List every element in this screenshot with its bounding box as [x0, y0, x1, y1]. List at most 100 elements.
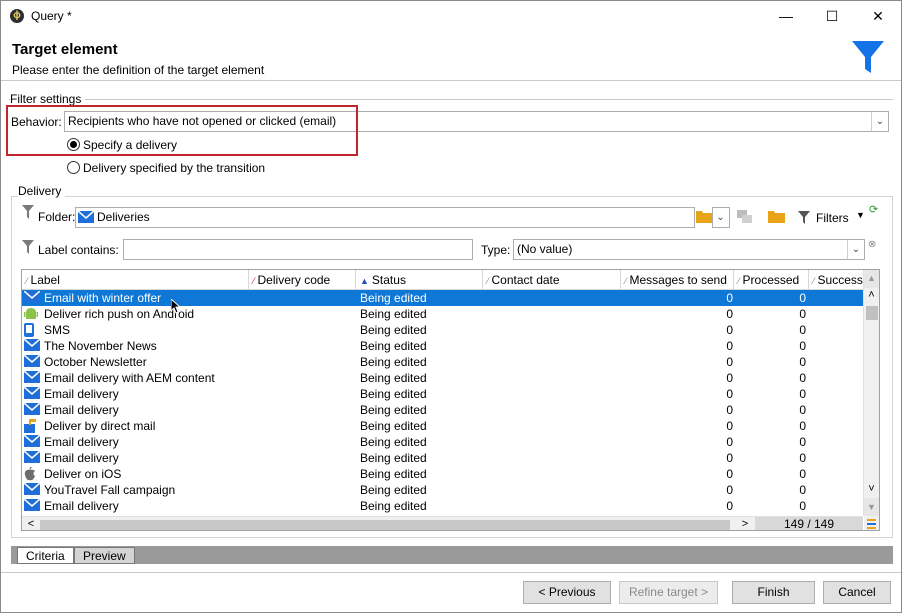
table-row[interactable]: Deliver by direct mail Being edited 0 0 — [22, 418, 863, 434]
label-contains-input[interactable] — [123, 239, 473, 260]
cell-messages-to-send: 0 — [726, 499, 733, 513]
table-row[interactable]: October Newsletter Being edited 0 0 — [22, 354, 863, 370]
clear-icon[interactable]: ⊗ — [868, 239, 876, 250]
scroll-bottom-icon[interactable]: ▼ — [864, 498, 879, 516]
horizontal-scrollbar[interactable]: < > 149 / 149 — [22, 516, 863, 530]
cell-contact-date — [487, 434, 621, 450]
cell-status: Being edited — [360, 499, 427, 513]
table-row[interactable]: Email delivery Being edited 0 0 — [22, 434, 863, 450]
filter-settings-label: Filter settings — [10, 92, 86, 106]
cell-messages-to-send: 0 — [726, 387, 733, 401]
scroll-left-icon[interactable]: < — [24, 517, 38, 530]
folder-field[interactable]: Deliveries — [75, 207, 695, 228]
column-processed-text: Processed — [742, 273, 800, 287]
deliveries-table: ⁄ Label ⁄ Delivery code ▲ Status ⁄ Contact d… — [21, 269, 880, 531]
finish-button[interactable]: Finish — [732, 581, 815, 604]
cell-delivery-code — [252, 338, 356, 354]
column-label[interactable]: ⁄ Label — [22, 270, 249, 290]
cell-delivery-code — [252, 386, 356, 402]
folder-icon[interactable] — [768, 210, 785, 223]
cell-contact-date — [487, 354, 621, 370]
tab-bar: Criteria Preview — [11, 546, 893, 564]
cell-messages-to-send: 0 — [726, 323, 733, 337]
previous-button[interactable]: < Previous — [523, 581, 611, 604]
adobe-campaign-icon: ɸ — [10, 9, 24, 23]
radio-delivery-transition[interactable] — [67, 161, 80, 174]
tab-preview[interactable]: Preview — [74, 547, 135, 564]
cell-delivery-code — [252, 434, 356, 450]
footer-divider — [1, 572, 901, 573]
horizontal-scroll-thumb[interactable] — [40, 520, 730, 530]
page-subtitle: Please enter the definition of the targe… — [12, 63, 265, 77]
column-messages-to-send[interactable]: ⁄ Messages to send — [621, 270, 734, 290]
cell-messages-to-send: 0 — [726, 291, 733, 305]
chevron-down-icon[interactable]: ⌄ — [871, 112, 888, 131]
folder-open-icon[interactable] — [696, 210, 712, 223]
cell-contact-date — [487, 402, 621, 418]
table-row[interactable]: Email with winter offer Being edited 0 0 — [22, 290, 863, 306]
refresh-icon[interactable]: ⟳ — [869, 203, 878, 216]
column-success[interactable]: ⁄ Success — [809, 270, 863, 290]
table-row[interactable]: Email delivery Being edited 0 0 — [22, 498, 863, 514]
vertical-scroll-thumb[interactable] — [866, 306, 878, 320]
table-row[interactable]: Deliver rich push on Android Being edited… — [22, 306, 863, 322]
scroll-down-icon[interactable]: ˅ — [864, 482, 879, 498]
table-row[interactable]: YouTravel Fall campaign Being edited 0 0 — [22, 482, 863, 498]
cell-processed: 0 — [799, 419, 806, 433]
cell-label: Email delivery — [44, 403, 119, 417]
cell-label: Email with winter offer — [44, 291, 162, 305]
email-icon — [23, 434, 41, 449]
radio-delivery-transition-label: Delivery specified by the transition — [83, 161, 266, 175]
cell-messages-to-send: 0 — [726, 451, 733, 465]
table-row[interactable]: Email delivery Being edited 0 0 — [22, 450, 863, 466]
envelope-icon — [78, 211, 94, 223]
folder-value: Deliveries — [97, 210, 150, 224]
cell-contact-date — [487, 322, 621, 338]
wizard-header: Target element Please enter the definiti… — [1, 31, 901, 81]
cell-delivery-code — [252, 354, 356, 370]
cell-contact-date — [487, 418, 621, 434]
filter-icon — [22, 205, 34, 219]
column-status[interactable]: ▲ Status — [356, 270, 483, 290]
tab-criteria[interactable]: Criteria — [17, 547, 74, 564]
column-contact-date[interactable]: ⁄ Contact date — [483, 270, 621, 290]
scroll-up-icon[interactable]: ˄ — [864, 288, 879, 304]
minimize-button[interactable]: — — [763, 1, 809, 31]
cell-messages-to-send: 0 — [726, 467, 733, 481]
cell-messages-to-send: 0 — [726, 371, 733, 385]
scroll-top-icon[interactable]: ▲ — [864, 270, 879, 288]
subfolders-icon[interactable] — [737, 210, 753, 224]
refine-target-button[interactable]: Refine target > — [619, 581, 718, 604]
vertical-scrollbar[interactable]: ▲ ˄ ˅ ▼ — [863, 270, 879, 516]
table-row[interactable]: Email delivery with AEM content Being edi… — [22, 370, 863, 386]
title-bar: ɸ Query * — ☐ ✕ — [1, 1, 901, 31]
scroll-right-icon[interactable]: > — [738, 517, 752, 530]
filter-icon — [22, 240, 34, 254]
column-chooser-icon[interactable] — [864, 516, 879, 530]
column-delivery-code-text: Delivery code — [257, 273, 331, 287]
cell-delivery-code — [252, 466, 356, 482]
cell-label: Deliver on iOS — [44, 467, 122, 481]
cell-status: Being edited — [360, 387, 427, 401]
filters-dropdown-icon[interactable]: ▼ — [856, 210, 865, 220]
table-row[interactable]: Email delivery Being edited 0 0 — [22, 386, 863, 402]
chevron-down-icon[interactable]: ⌄ — [712, 208, 729, 227]
table-row[interactable]: Deliver on iOS Being edited 0 0 — [22, 466, 863, 482]
cell-status: Being edited — [360, 483, 427, 497]
email-icon — [23, 370, 41, 385]
folder-dropdown[interactable]: ⌄ — [712, 207, 730, 228]
cell-status: Being edited — [360, 371, 427, 385]
table-row[interactable]: Email delivery Being edited 0 0 — [22, 402, 863, 418]
column-processed[interactable]: ⁄ Processed — [734, 270, 809, 290]
filters-button[interactable]: Filters — [816, 211, 849, 225]
type-select[interactable]: (No value) ⌄ — [513, 239, 865, 260]
column-delivery-code[interactable]: ⁄ Delivery code — [249, 270, 356, 290]
close-button[interactable]: ✕ — [855, 1, 901, 31]
email-icon — [23, 354, 41, 369]
table-row[interactable]: SMS Being edited 0 0 — [22, 322, 863, 338]
cell-status: Being edited — [360, 435, 427, 449]
table-row[interactable]: The November News Being edited 0 0 — [22, 338, 863, 354]
maximize-button[interactable]: ☐ — [809, 1, 855, 31]
cancel-button[interactable]: Cancel — [823, 581, 891, 604]
chevron-down-icon[interactable]: ⌄ — [847, 240, 864, 259]
